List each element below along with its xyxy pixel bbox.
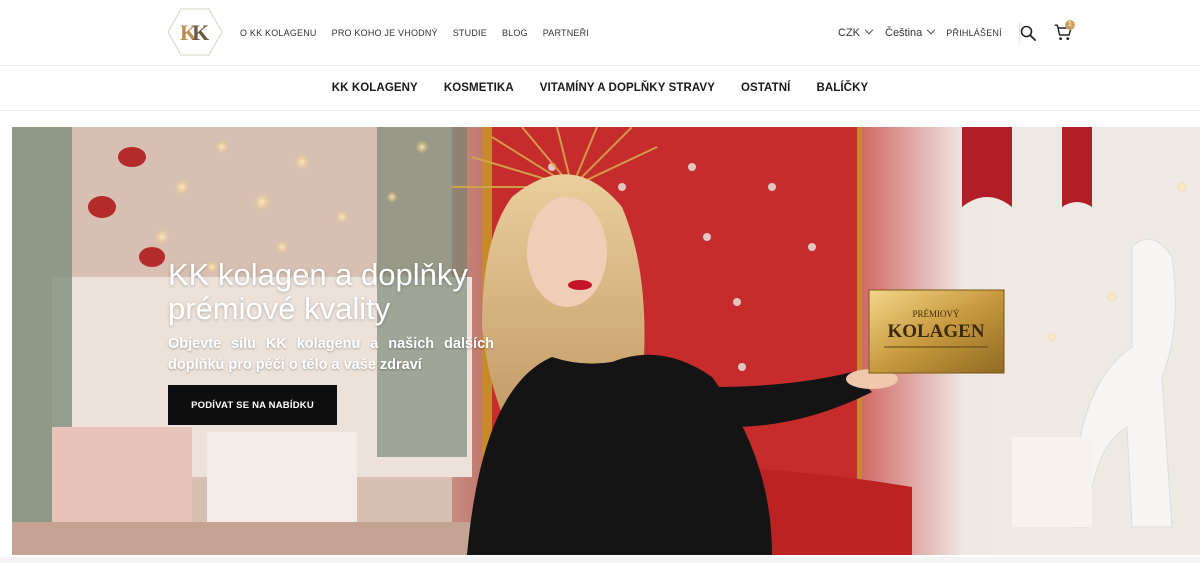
view-offer-button[interactable]: PODÍVAT SE NA NABÍDKU	[168, 385, 337, 425]
product-box-line1: PRÉMIOVÝ	[912, 309, 960, 319]
chevron-down-icon	[864, 25, 874, 35]
hero-subtitle: Objevte sílu KK kolagenu a našich dalšíc…	[168, 336, 494, 373]
category-ostatni[interactable]: OSTATNÍ	[741, 82, 790, 94]
logo[interactable]: K K	[167, 7, 223, 57]
cart-count-badge: 1	[1065, 20, 1075, 30]
nav-link-o-kk-kolagenu[interactable]: O KK KOLAGENU	[240, 28, 317, 38]
nav-link-blog[interactable]: BLOG	[502, 28, 528, 38]
category-balicky[interactable]: BALÍČKY	[816, 82, 868, 94]
search-icon[interactable]	[1020, 25, 1036, 41]
currency-value: CZK	[838, 27, 860, 39]
currency-select[interactable]: CZK	[838, 25, 874, 39]
top-nav: O KK KOLAGENU PRO KOHO JE VHODNÝ STUDIE …	[240, 0, 604, 66]
category-vitaminy[interactable]: VITAMÍNY A DOPLŇKY STRAVY	[540, 82, 715, 94]
product-box-line2: KOLAGEN	[887, 321, 984, 342]
category-kk-kolageny[interactable]: KK KOLAGENY	[332, 82, 418, 94]
nav-link-pro-koho[interactable]: PRO KOHO JE VHODNÝ	[332, 28, 438, 38]
nav-link-partneri[interactable]: PARTNEŘI	[543, 28, 589, 38]
header-tools: CZK Čeština PŘIHLÁŠENÍ	[838, 0, 1020, 66]
hero-title: KK kolagen a doplňky prémiové kvality	[168, 257, 468, 326]
language-value: Čeština	[885, 27, 923, 39]
logo-icon: K K	[167, 8, 223, 56]
svg-text:K: K	[192, 20, 209, 45]
category-nav: KK KOLAGENY KOSMETIKA VITAMÍNY A DOPLŇKY…	[0, 66, 1200, 111]
chevron-down-icon	[927, 25, 936, 35]
language-select[interactable]: Čeština	[885, 25, 936, 39]
hero-banner: PRÉMIOVÝ KOLAGEN KK kolagen a doplňky pr…	[12, 127, 1200, 555]
top-header: K K O KK KOLAGENU PRO KOHO JE VHODNÝ STU…	[0, 0, 1200, 66]
page-edge	[0, 557, 1200, 563]
login-link[interactable]: PŘIHLÁŠENÍ	[946, 28, 1002, 38]
nav-link-studie[interactable]: STUDIE	[453, 28, 487, 38]
category-kosmetika[interactable]: KOSMETIKA	[444, 82, 514, 94]
